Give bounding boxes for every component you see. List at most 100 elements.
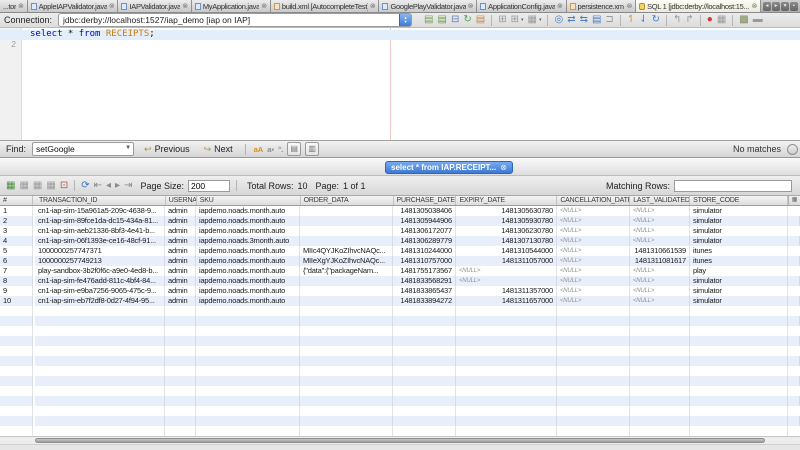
- cell-expiry-date[interactable]: <NULL>: [456, 276, 557, 286]
- result-tab[interactable]: select * from IAP.RECEIPT... ⊗: [385, 161, 513, 174]
- tab-myapplication-java[interactable]: MyApplication.java⊗: [192, 0, 271, 12]
- tab-appleiapvalidator-java[interactable]: AppleIAPValidator.java⊗: [28, 0, 119, 12]
- cell-sku[interactable]: iapdemo.noads.3month.auto: [196, 236, 300, 246]
- tab-scroll-left-button[interactable]: ◂: [763, 2, 771, 11]
- cell-expiry-date[interactable]: <NULL>: [456, 266, 557, 276]
- table-row[interactable]: 61000000257749213adminiapdemo.noads.mont…: [0, 256, 800, 266]
- insert-template-icon[interactable]: ▦: [527, 14, 536, 26]
- cell-cancellation-date[interactable]: <NULL>: [557, 296, 630, 306]
- cell-purchase-date[interactable]: 1481305038406: [393, 206, 456, 216]
- commit-icon[interactable]: ↿: [627, 14, 635, 26]
- column-header-last-validated[interactable]: LAST_VALIDATED: [630, 196, 690, 205]
- column-header-cancellation-date[interactable]: CANCELLATION_DATE: [557, 196, 630, 205]
- cell-sku[interactable]: iapdemo.noads.month.auto: [196, 206, 300, 216]
- find-icon[interactable]: ◎: [554, 14, 563, 26]
- column-header-expiry-date[interactable]: EXPIRY_DATE: [456, 196, 557, 205]
- cell-last-validated[interactable]: <NULL>: [630, 216, 690, 226]
- connection-stepper[interactable]: ▲▼: [399, 14, 411, 26]
- dropdown-caret-icon[interactable]: ▾: [539, 17, 542, 23]
- grid-view-icon[interactable]: ▦: [6, 180, 15, 192]
- cell-username[interactable]: admin: [165, 286, 196, 296]
- chevron-down-icon[interactable]: ▼: [125, 145, 131, 151]
- cell-expiry-date[interactable]: 1481311357000: [456, 286, 557, 296]
- find-previous-button[interactable]: ↩ Previous: [140, 144, 194, 155]
- cell-expiry-date[interactable]: 1481311657000: [456, 296, 557, 306]
- cell-store-code[interactable]: play: [690, 266, 788, 276]
- wrap-search-toggle[interactable]: ▥: [305, 142, 319, 156]
- cell--[interactable]: 1: [0, 206, 33, 216]
- cell-sku[interactable]: iapdemo.noads.month.auto: [196, 286, 300, 296]
- column-header--[interactable]: #: [0, 196, 33, 205]
- highlight-matches-icon[interactable]: aA: [254, 145, 264, 154]
- cell-purchase-date[interactable]: 1481310244000: [393, 246, 456, 256]
- cell-purchase-date[interactable]: 1481310757000: [393, 256, 456, 266]
- undo-icon[interactable]: ↰: [673, 14, 681, 26]
- cell-cancellation-date[interactable]: <NULL>: [557, 256, 630, 266]
- prev-page-icon[interactable]: ◂: [106, 180, 111, 192]
- cell-order-data[interactable]: [300, 216, 393, 226]
- column-header-purchase-date[interactable]: PURCHASE_DATE: [394, 196, 457, 205]
- cell-sku[interactable]: iapdemo.noads.month.auto: [196, 296, 300, 306]
- cell-cancellation-date[interactable]: <NULL>: [557, 236, 630, 246]
- cell-transaction-id[interactable]: 1000000257747371: [35, 246, 165, 256]
- table-row[interactable]: 4cn1-iap-sim-06f1393e-ce16-48cf-91...adm…: [0, 236, 800, 246]
- cell-last-validated[interactable]: <NULL>: [630, 226, 690, 236]
- close-icon[interactable]: ⊗: [109, 2, 115, 10]
- open-file-icon[interactable]: ▤: [424, 14, 433, 26]
- cell--[interactable]: 6: [0, 256, 33, 266]
- redo-icon[interactable]: ↱: [685, 14, 693, 26]
- cell-order-data[interactable]: MIIeXgYJKoZIhvcNAQc...: [300, 256, 393, 266]
- table-row[interactable]: 2cn1-iap-sim-89fce1da-dc15-434a-81...adm…: [0, 216, 800, 226]
- auto-commit-icon[interactable]: ↻: [652, 14, 660, 26]
- cell-last-validated[interactable]: 1481311081617: [630, 256, 690, 266]
- column-header-username[interactable]: USERNAME: [166, 196, 197, 205]
- column-header-order-data[interactable]: ORDER_DATA: [301, 196, 394, 205]
- find-next-button[interactable]: ↪ Next: [200, 144, 237, 155]
- table-row[interactable]: 1cn1-iap-sim-15a961a5-209c-4638-9...admi…: [0, 206, 800, 216]
- rollback-icon[interactable]: ⇃: [639, 14, 647, 26]
- cell-purchase-date[interactable]: 1481305944906: [393, 216, 456, 226]
- cell-username[interactable]: admin: [165, 216, 196, 226]
- pause-icon[interactable]: ▦: [717, 14, 726, 26]
- cell-username[interactable]: admin: [165, 246, 196, 256]
- cell-store-code[interactable]: simulator: [690, 276, 788, 286]
- table-row[interactable]: 3cn1-iap-sim-aeb21336-8bf3-4e41-b...admi…: [0, 226, 800, 236]
- cell-expiry-date[interactable]: 1481306230780: [456, 226, 557, 236]
- reload-icon[interactable]: ⟳: [81, 180, 89, 192]
- save-script-icon[interactable]: ⊞: [511, 14, 519, 26]
- attach-icon[interactable]: ▩: [739, 14, 748, 26]
- cell-purchase-date[interactable]: 1481755173567: [393, 266, 456, 276]
- cell-last-validated[interactable]: <NULL>: [630, 236, 690, 246]
- form-view-icon[interactable]: ▦: [33, 180, 42, 192]
- cell-last-validated[interactable]: <NULL>: [630, 296, 690, 306]
- cell-purchase-date[interactable]: 1481833894272: [393, 296, 456, 306]
- chart-view-icon[interactable]: ▦: [46, 180, 55, 192]
- table-row[interactable]: 7play-sandbox-3b2f0f6c-a9e0-4ed8-b...adm…: [0, 266, 800, 276]
- cell-expiry-date[interactable]: 1481305930780: [456, 216, 557, 226]
- detach-result-icon[interactable]: ⊡: [60, 180, 68, 192]
- sql-editor[interactable]: 12 select * from RECEIPTS;: [0, 28, 800, 140]
- cell-transaction-id[interactable]: cn1-iap-sim-06f1393e-ce16-48cf-91...: [35, 236, 165, 246]
- close-icon[interactable]: ⊗: [626, 2, 632, 10]
- tab-scroll-right-button[interactable]: ▸: [772, 2, 780, 11]
- cell-transaction-id[interactable]: play-sandbox-3b2f0f6c-a9e0-4ed8-b...: [35, 266, 165, 276]
- cell-username[interactable]: admin: [165, 236, 196, 246]
- cell-store-code[interactable]: simulator: [690, 296, 788, 306]
- scrollbar-thumb[interactable]: [35, 438, 765, 443]
- cell-expiry-date[interactable]: 1481307130780: [456, 236, 557, 246]
- regex-icon[interactable]: °.: [278, 145, 283, 154]
- table-row[interactable]: 9cn1-iap-sim-e9ba7256-9065-475c-9...admi…: [0, 286, 800, 296]
- code-line[interactable]: select * from RECEIPTS;: [0, 30, 800, 40]
- horizontal-scrollbar[interactable]: [0, 436, 800, 444]
- close-icon[interactable]: ⊗: [261, 2, 267, 10]
- cell--[interactable]: 9: [0, 286, 33, 296]
- text-view-icon[interactable]: ▦: [19, 180, 28, 192]
- close-icon[interactable]: ⊗: [557, 2, 563, 10]
- cell-order-data[interactable]: [300, 226, 393, 236]
- cell-purchase-date[interactable]: 1481833865437: [393, 286, 456, 296]
- cell-last-validated[interactable]: <NULL>: [630, 206, 690, 216]
- new-editor-icon[interactable]: ▤: [476, 14, 485, 26]
- cell-cancellation-date[interactable]: <NULL>: [557, 266, 630, 276]
- cell-transaction-id[interactable]: cn1-iap-sim-eb7f2df8-0d27-4f94-95...: [35, 296, 165, 306]
- last-page-icon[interactable]: ⇥: [124, 180, 132, 192]
